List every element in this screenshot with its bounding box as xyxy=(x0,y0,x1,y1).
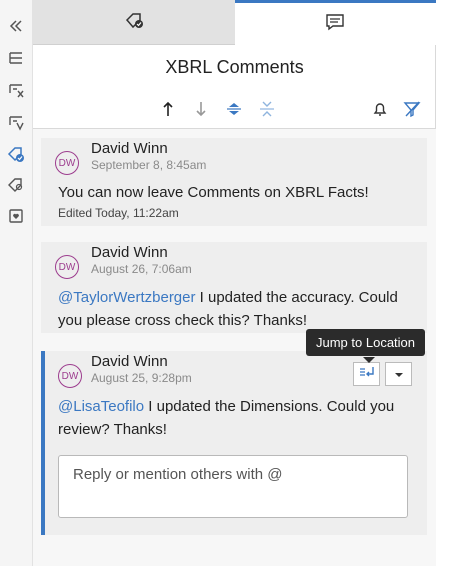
comment-author: David Winn xyxy=(91,140,168,157)
tab-facts[interactable] xyxy=(33,0,235,45)
comment-menu-button[interactable] xyxy=(385,362,412,386)
mention-link[interactable]: @LisaTeofilo xyxy=(58,398,144,415)
avatar: DW xyxy=(55,151,79,175)
comment-edited: Edited Today, 11:22am xyxy=(58,206,179,220)
favorite-icon[interactable] xyxy=(4,204,28,228)
tag-search-icon[interactable] xyxy=(4,173,28,197)
comment-text: You can now leave Comments on XBRL Facts… xyxy=(58,184,369,201)
sort-down-icon[interactable] xyxy=(189,97,213,121)
collapse-all-icon[interactable] xyxy=(255,97,279,121)
tag-check-icon[interactable] xyxy=(4,142,28,166)
tag-check-icon xyxy=(124,11,144,34)
comment-time: September 8, 8:45am xyxy=(91,158,207,172)
avatar: DW xyxy=(55,255,79,279)
bell-icon[interactable] xyxy=(368,97,392,121)
comments-panel: XBRL Comments DW David Winn September 8,… xyxy=(33,45,436,566)
avatar: DW xyxy=(58,364,82,388)
comment-author: David Winn xyxy=(91,244,168,261)
jump-to-location-button[interactable] xyxy=(353,362,380,386)
comment-text: @TaylorWertzberger I updated the accurac… xyxy=(58,286,418,332)
chevron-down-icon xyxy=(394,365,404,383)
comment-text: @LisaTeofilo I updated the Dimensions. C… xyxy=(58,395,418,441)
filter-icon[interactable] xyxy=(4,110,28,134)
formula-icon[interactable] xyxy=(4,78,28,102)
comment-list: DW David Winn September 8, 8:45am You ca… xyxy=(33,129,436,566)
sort-up-icon[interactable] xyxy=(156,97,180,121)
tab-comments[interactable] xyxy=(234,0,436,45)
outline-icon[interactable] xyxy=(4,46,28,70)
comment-author: David Winn xyxy=(91,353,168,370)
comment-time: August 26, 7:06am xyxy=(91,262,192,276)
comment-time: August 25, 9:28pm xyxy=(91,371,192,385)
comment-card[interactable]: DW David Winn August 26, 7:06am @TaylorW… xyxy=(41,242,427,333)
page-title: XBRL Comments xyxy=(165,57,304,77)
comment-icon xyxy=(325,13,345,36)
tooltip-arrow xyxy=(363,357,375,363)
collapse-icon[interactable] xyxy=(4,14,28,38)
clear-filter-icon[interactable] xyxy=(400,97,424,121)
jump-location-icon xyxy=(358,365,376,384)
left-rail xyxy=(0,0,33,566)
comment-card-selected[interactable]: DW David Winn August 25, 9:28pm @LisaTeo… xyxy=(41,351,427,535)
mention-link[interactable]: @TaylorWertzberger xyxy=(58,289,196,306)
tooltip: Jump to Location xyxy=(306,329,426,356)
panel-tabs xyxy=(33,0,436,45)
expand-icon[interactable] xyxy=(222,97,246,121)
reply-input[interactable] xyxy=(58,455,408,518)
comment-card[interactable]: DW David Winn September 8, 8:45am You ca… xyxy=(41,138,427,226)
sort-toolbar xyxy=(33,97,436,121)
